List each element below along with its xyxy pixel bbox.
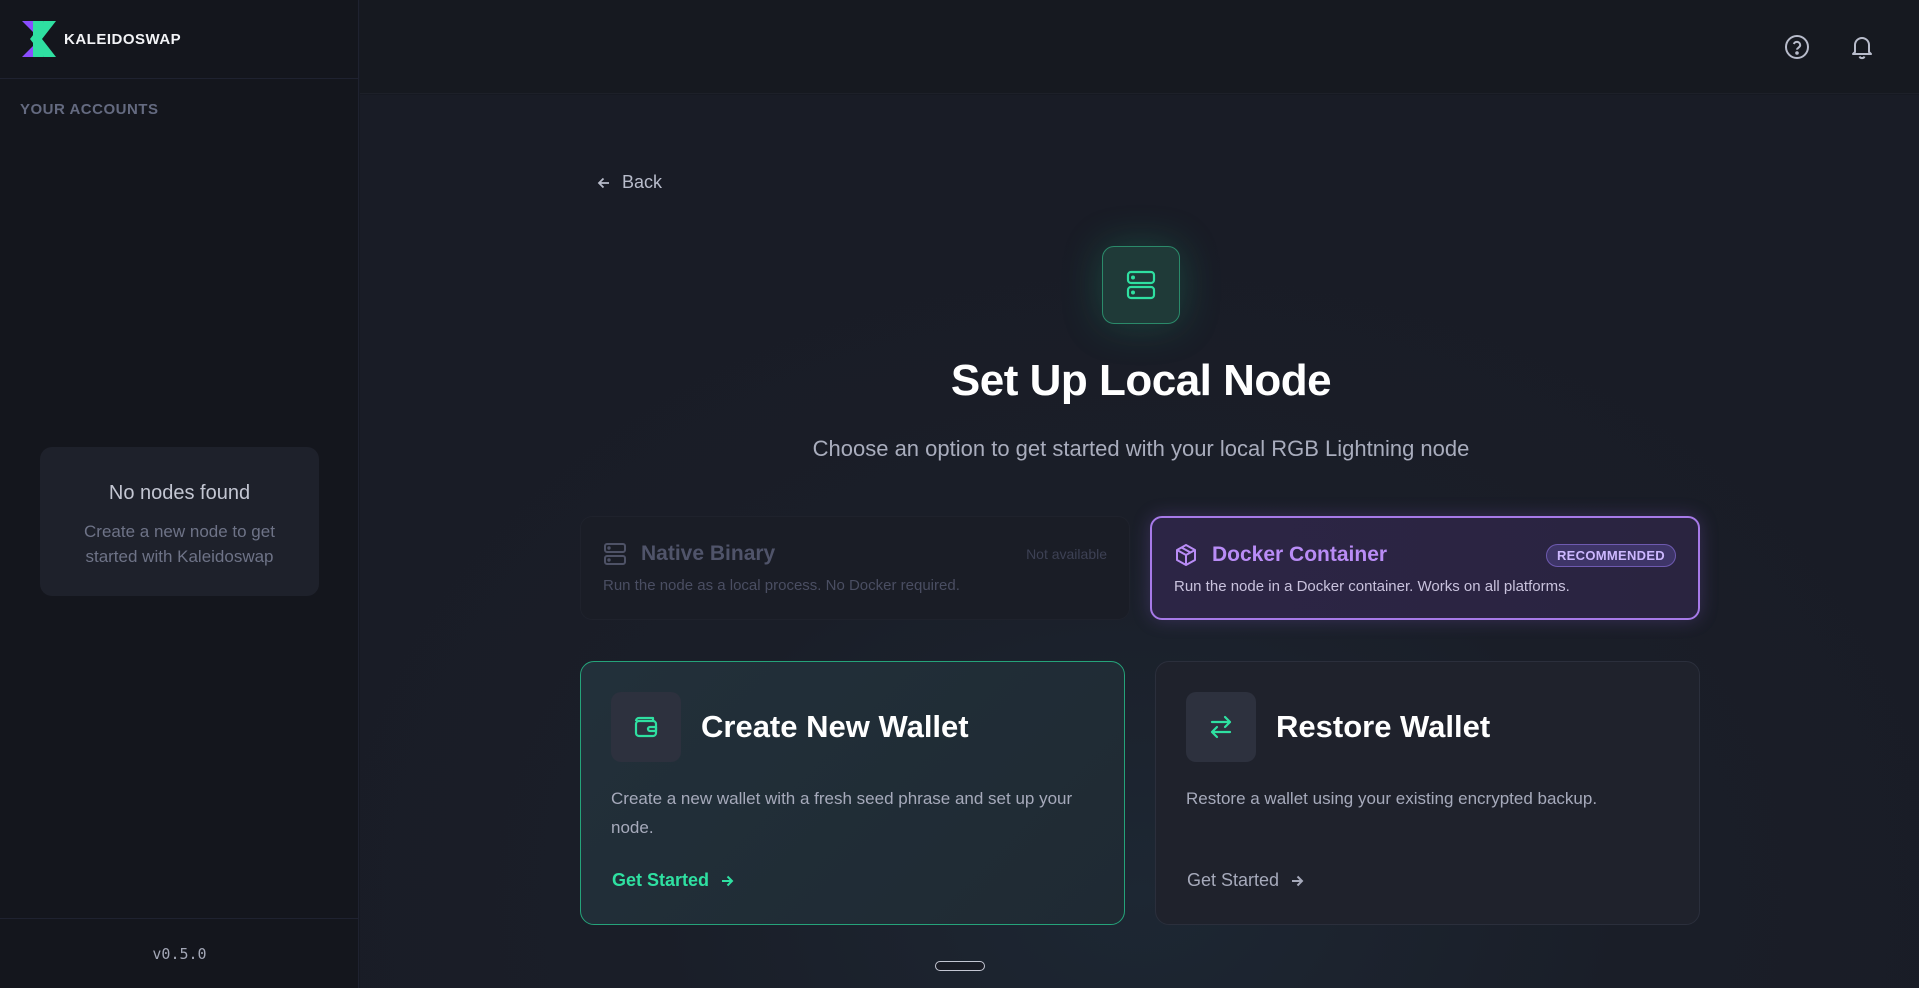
restore-get-started-label: Get Started bbox=[1187, 870, 1280, 890]
native-binary-title: Native Binary bbox=[641, 542, 776, 565]
topbar bbox=[360, 0, 1919, 94]
arrow-left-icon bbox=[597, 177, 609, 188]
option-docker-container[interactable]: Docker Container RECOMMENDED Run the nod… bbox=[1150, 516, 1700, 620]
restore-wallet-description: Restore a wallet using your existing enc… bbox=[1186, 789, 1598, 808]
recommended-badge: RECOMMENDED bbox=[1545, 543, 1676, 567]
back-label: Back bbox=[622, 172, 663, 192]
no-nodes-card: No nodes found Create a new node to get … bbox=[40, 447, 319, 596]
help-icon[interactable] bbox=[1783, 33, 1811, 61]
page-subtitle: Choose an option to get started with you… bbox=[812, 436, 1470, 461]
bell-icon[interactable] bbox=[1848, 33, 1876, 61]
restore-wallet-title: Restore Wallet bbox=[1276, 709, 1491, 744]
create-wallet-description: Create a new wallet with a fresh seed ph… bbox=[611, 789, 1073, 837]
create-get-started-label: Get Started bbox=[612, 870, 710, 890]
scroll-handle[interactable] bbox=[935, 961, 985, 971]
restore-wallet-get-started[interactable]: Get Started bbox=[1187, 870, 1305, 891]
brand-row: KALEIDOSWAP bbox=[0, 0, 358, 79]
swap-arrows-icon bbox=[1186, 692, 1256, 762]
accounts-section-title: YOUR ACCOUNTS bbox=[20, 101, 159, 118]
create-wallet-get-started[interactable]: Get Started bbox=[612, 870, 735, 891]
option-native-binary: Native Binary Not available Run the node… bbox=[580, 516, 1130, 620]
no-nodes-title: No nodes found bbox=[108, 482, 251, 504]
page-title: Set Up Local Node bbox=[950, 356, 1332, 405]
server-hero-icon bbox=[1102, 246, 1180, 324]
sidebar: KALEIDOSWAP YOUR ACCOUNTS No nodes found… bbox=[0, 0, 359, 988]
server-icon bbox=[604, 543, 626, 565]
kaleidoswap-logo-icon bbox=[22, 21, 56, 57]
back-button[interactable]: Back bbox=[596, 172, 662, 193]
arrow-right-icon bbox=[1292, 875, 1304, 886]
brand-name: KALEIDOSWAP bbox=[64, 30, 182, 48]
not-available-label: Not available bbox=[1026, 546, 1107, 562]
sidebar-footer: v0.5.0 bbox=[0, 918, 359, 988]
create-wallet-card[interactable]: Create New Wallet Create a new wallet wi… bbox=[580, 661, 1125, 925]
app-root: KALEIDOSWAP YOUR ACCOUNTS No nodes found… bbox=[0, 0, 1919, 988]
restore-wallet-card[interactable]: Restore Wallet Restore a wallet using yo… bbox=[1155, 661, 1700, 925]
create-wallet-title: Create New Wallet bbox=[701, 709, 969, 744]
docker-container-description: Run the node in a Docker container. Work… bbox=[1174, 578, 1570, 595]
no-nodes-description: Create a new node to get started with Ka… bbox=[84, 522, 275, 566]
docker-container-title: Docker Container bbox=[1212, 543, 1388, 566]
native-binary-description: Run the node as a local process. No Dock… bbox=[603, 577, 960, 594]
wallet-icon bbox=[611, 692, 681, 762]
arrow-right-icon bbox=[722, 875, 734, 886]
app-version: v0.5.0 bbox=[152, 944, 207, 963]
box-icon bbox=[1176, 544, 1196, 566]
